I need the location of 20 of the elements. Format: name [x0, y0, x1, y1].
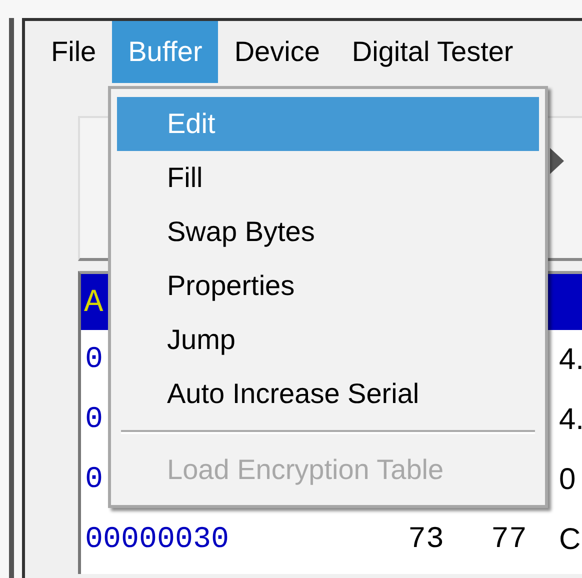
byte-cell: 73	[408, 523, 444, 557]
ascii-cell: 4.	[559, 403, 582, 437]
ascii-cell: 0	[559, 463, 576, 497]
address-cell: 0	[85, 463, 104, 497]
ascii-cell: 4.	[559, 343, 582, 377]
menu-bar-item[interactable]: Digital Tester	[336, 21, 530, 83]
menu-bar-item[interactable]: Device	[218, 21, 336, 83]
menu-item[interactable]: Properties	[117, 259, 539, 313]
address-cell: 0	[85, 403, 104, 437]
header-text: A	[84, 284, 104, 320]
menu-item[interactable]: Auto Increase Serial	[117, 367, 539, 421]
address-cell: 0	[85, 343, 104, 377]
menu-bar-item[interactable]: File	[35, 21, 112, 83]
byte-cell: 77	[491, 523, 528, 557]
play-icon	[550, 148, 564, 174]
menu-item[interactable]: Jump	[117, 313, 539, 367]
menu-item[interactable]: Fill	[117, 151, 539, 205]
menu-item[interactable]: Swap Bytes	[117, 205, 539, 259]
ascii-cell: C	[559, 523, 581, 557]
address-cell: 00000030	[85, 523, 230, 557]
